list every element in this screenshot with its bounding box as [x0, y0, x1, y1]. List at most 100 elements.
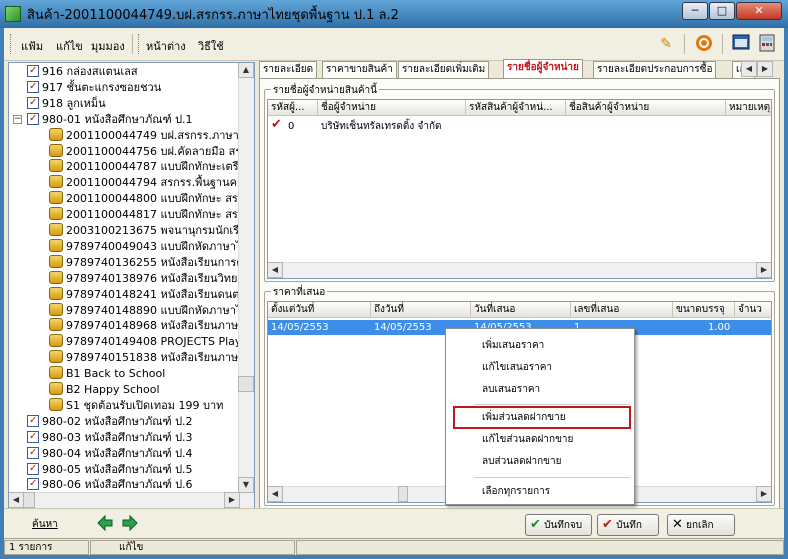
tree-label: 9789740148890 แบบฝึกหัดภาษาไท: [66, 303, 249, 317]
scroll-left-arrow-icon[interactable]: ◀: [9, 492, 24, 508]
tree-item[interactable]: 2001100044817 แบบฝึกทักษะ สรกร: [49, 207, 250, 223]
scroll-down-arrow-icon[interactable]: ▼: [238, 477, 254, 493]
target-icon[interactable]: [694, 34, 714, 54]
save-close-button[interactable]: ✔ บันทึกจบ: [525, 514, 592, 536]
cancel-button[interactable]: ✕ ยกเลิก: [667, 514, 735, 536]
tree-item[interactable]: 2001100044794 สรกรร.พื้นฐานคณิต: [49, 175, 254, 191]
arrow-right-icon[interactable]: [121, 514, 139, 532]
col-vendor-product-name[interactable]: ชื่อสินค้าผู้จำหน่าย: [566, 100, 726, 116]
col-from-date[interactable]: ตั้งแต่วันที่: [268, 302, 371, 318]
app-icon: [5, 6, 21, 22]
tree-item[interactable]: 9789740148890 แบบฝึกหัดภาษาไท: [49, 302, 249, 319]
col-vendor-name[interactable]: ชื่อผู้จำหน่าย: [318, 100, 466, 116]
scroll-right-arrow-icon[interactable]: ▶: [756, 486, 771, 502]
close-button[interactable]: ✕: [736, 2, 782, 20]
menu-help[interactable]: วิธีใช้: [198, 37, 224, 55]
vendors-group: รายชื่อผู้จำหน่ายสินค้านี้ รหัสผู้... ชื…: [264, 83, 775, 282]
scroll-left-arrow-icon[interactable]: ◀: [268, 486, 283, 502]
col-pack-size[interactable]: ขนาดบรรจุ: [673, 302, 735, 318]
tree-label: B2 Happy School: [66, 383, 160, 396]
find-link[interactable]: ค้นหา: [32, 517, 58, 532]
scroll-right-arrow-icon[interactable]: ▶: [224, 492, 240, 508]
tree-category[interactable]: 980-06 หนังสือศึกษาภัณฑ์ ป.6: [13, 476, 193, 493]
tree-category[interactable]: 917 ชั้นตะแกรงซอยชวน: [13, 79, 161, 96]
tree-vertical-scrollbar[interactable]: ▲ ▼: [238, 63, 254, 508]
calculator-icon[interactable]: [757, 34, 777, 54]
tree-item[interactable]: B1 Back to School: [49, 366, 165, 382]
minimize-button[interactable]: ─: [682, 2, 708, 20]
maximize-button[interactable]: □: [709, 2, 735, 20]
tree-label: 9789740049043 แบบฝึกหัดภาษาไท: [66, 239, 249, 253]
tree-item[interactable]: 9789740151838 หนังสือเรียนภาษาไ: [49, 350, 250, 366]
tab-scroll-right-icon[interactable]: ▶: [757, 61, 773, 77]
menu-item-edit-quote[interactable]: แก้ไขเสนอราคา: [446, 357, 634, 379]
product-icon: [49, 191, 63, 205]
col-vendor-code[interactable]: รหัสผู้...: [268, 100, 318, 116]
tree-category[interactable]: 980-03 หนังสือศึกษาภัณฑ์ ป.3: [13, 429, 193, 446]
hscroll-thumb[interactable]: [398, 486, 408, 502]
hscroll-thumb[interactable]: [23, 492, 35, 508]
menu-view[interactable]: มุมมอง: [91, 37, 125, 55]
menu-item-delete-consignment-discount[interactable]: ลบส่วนลดฝากขาย: [446, 451, 634, 473]
menu-file[interactable]: แฟ้ม: [21, 37, 43, 55]
menu-item-select-all[interactable]: เลือกทุกรายการ: [446, 481, 634, 503]
tab-vendors[interactable]: รายชื่อผู้จำหน่าย: [503, 59, 583, 80]
tree-category[interactable]: 980-02 หนังสือศึกษาภัณฑ์ ป.2: [13, 413, 193, 430]
tree-item[interactable]: B2 Happy School: [49, 382, 160, 398]
tab-purchase-details[interactable]: รายละเอียดประกอบการซื้อ: [593, 61, 717, 79]
tree-category[interactable]: − 980-01 หนังสือศึกษาภัณฑ์ ป.1: [13, 111, 193, 128]
menu-edit[interactable]: แก้ไข: [56, 37, 83, 55]
tab-more-details[interactable]: รายละเอียดเพิ่มเติม: [398, 61, 490, 79]
tree-category[interactable]: 916 กล่องสแตนเลส: [13, 63, 138, 80]
col-quote-date[interactable]: วันที่เสนอ: [471, 302, 571, 318]
tree-label: 2001100044800 แบบฝึกทักษะ สรกร: [66, 192, 251, 206]
save-button[interactable]: ✔ บันทึก: [597, 514, 659, 536]
tab-scroll-left-icon[interactable]: ◀: [741, 61, 757, 77]
tree-item[interactable]: 9789740148241 หนังสือเรียนดนตรี-: [49, 286, 250, 303]
arrow-left-icon[interactable]: [96, 514, 114, 532]
tree-item[interactable]: 2003100213675 พจนานุกรมนักเรีย: [49, 223, 246, 239]
tree-item[interactable]: 2001100044756 บฝ.คัดลายมือ สรกร: [49, 143, 254, 160]
tree-label: 916 กล่องสแตนเลส: [42, 65, 138, 78]
col-quote-no[interactable]: เลขที่เสนอ: [571, 302, 673, 318]
tree-item[interactable]: 9789740049043 แบบฝึกหัดภาษาไท: [49, 238, 249, 255]
scroll-thumb[interactable]: [238, 376, 254, 392]
tree-item[interactable]: 2001100044800 แบบฝึกทักษะ สรกร: [49, 191, 250, 207]
col-quantity[interactable]: จำนว: [735, 302, 771, 318]
scroll-left-arrow-icon[interactable]: ◀: [268, 262, 283, 278]
product-icon: [49, 302, 63, 316]
tree-item[interactable]: 9789740136255 หนังสือเรียนการดำ: [49, 254, 250, 271]
menu-item-edit-consignment-discount[interactable]: แก้ไขส่วนลดฝากขาย: [446, 429, 634, 451]
tree-horizontal-scrollbar[interactable]: ◀ ▶: [9, 492, 240, 508]
product-icon: [49, 207, 63, 221]
tree-item[interactable]: S1 ชุดต้อนรับเปิดเทอม 199 บาท: [49, 397, 223, 414]
tab-sale-price[interactable]: ราคาขายสินค้า: [322, 61, 397, 79]
col-remark[interactable]: หมายเหตุ: [726, 100, 771, 116]
tree-item[interactable]: 9789740149408 PROJECTS Play &: [49, 334, 254, 350]
tree-label: 9789740148241 หนังสือเรียนดนตรี-: [66, 287, 250, 301]
scroll-up-arrow-icon[interactable]: ▲: [238, 63, 254, 78]
col-to-date[interactable]: ถึงวันที่: [371, 302, 471, 318]
collapse-icon[interactable]: −: [13, 114, 22, 124]
menu-item-add-quote[interactable]: เพิ่มเสนอราคา: [446, 335, 634, 357]
tree-category[interactable]: 918 ลูกเหม็น: [13, 95, 106, 112]
tree-item[interactable]: 9789740138976 หนังสือเรียนวิทยาศ: [49, 270, 251, 287]
tab-details[interactable]: รายละเอียด: [259, 61, 318, 79]
vendors-hscroll[interactable]: ◀ ▶: [268, 262, 771, 278]
product-tree[interactable]: 916 กล่องสแตนเลส 917 ชั้นตะแกรงซอยชวน 918 …: [8, 62, 255, 509]
scroll-right-arrow-icon[interactable]: ▶: [756, 262, 771, 278]
product-icon: [49, 143, 63, 157]
tree-label: 2001100044794 สรกรร.พื้นฐานคณิต: [66, 176, 255, 190]
col-vendor-product-code[interactable]: รหัสสินค้าผู้จำหน่...: [466, 100, 566, 116]
tree-category[interactable]: 980-05 หนังสือศึกษาภัณฑ์ ป.5: [13, 461, 193, 478]
pencil-icon[interactable]: ✎: [656, 34, 676, 54]
tree-item[interactable]: 2001100044787 แบบฝึกทักษะเตรีย: [49, 159, 245, 175]
menu-item-delete-quote[interactable]: ลบเสนอราคา: [446, 379, 634, 401]
window-list-icon[interactable]: [731, 34, 751, 54]
vendors-grid[interactable]: รหัสผู้... ชื่อผู้จำหน่าย รหัสสินค้าผู้จ…: [267, 99, 772, 279]
menu-window[interactable]: หน้าต่าง: [146, 37, 186, 55]
tree-category[interactable]: 980-04 หนังสือศึกษาภัณฑ์ ป.4: [13, 445, 193, 462]
tree-item[interactable]: 2001100044749 บฝ.สรกรร.ภาษาไท: [49, 127, 252, 144]
product-icon: [49, 286, 63, 300]
tree-item[interactable]: 9789740148968 หนังสือเรียนภาษาไ: [49, 318, 250, 334]
